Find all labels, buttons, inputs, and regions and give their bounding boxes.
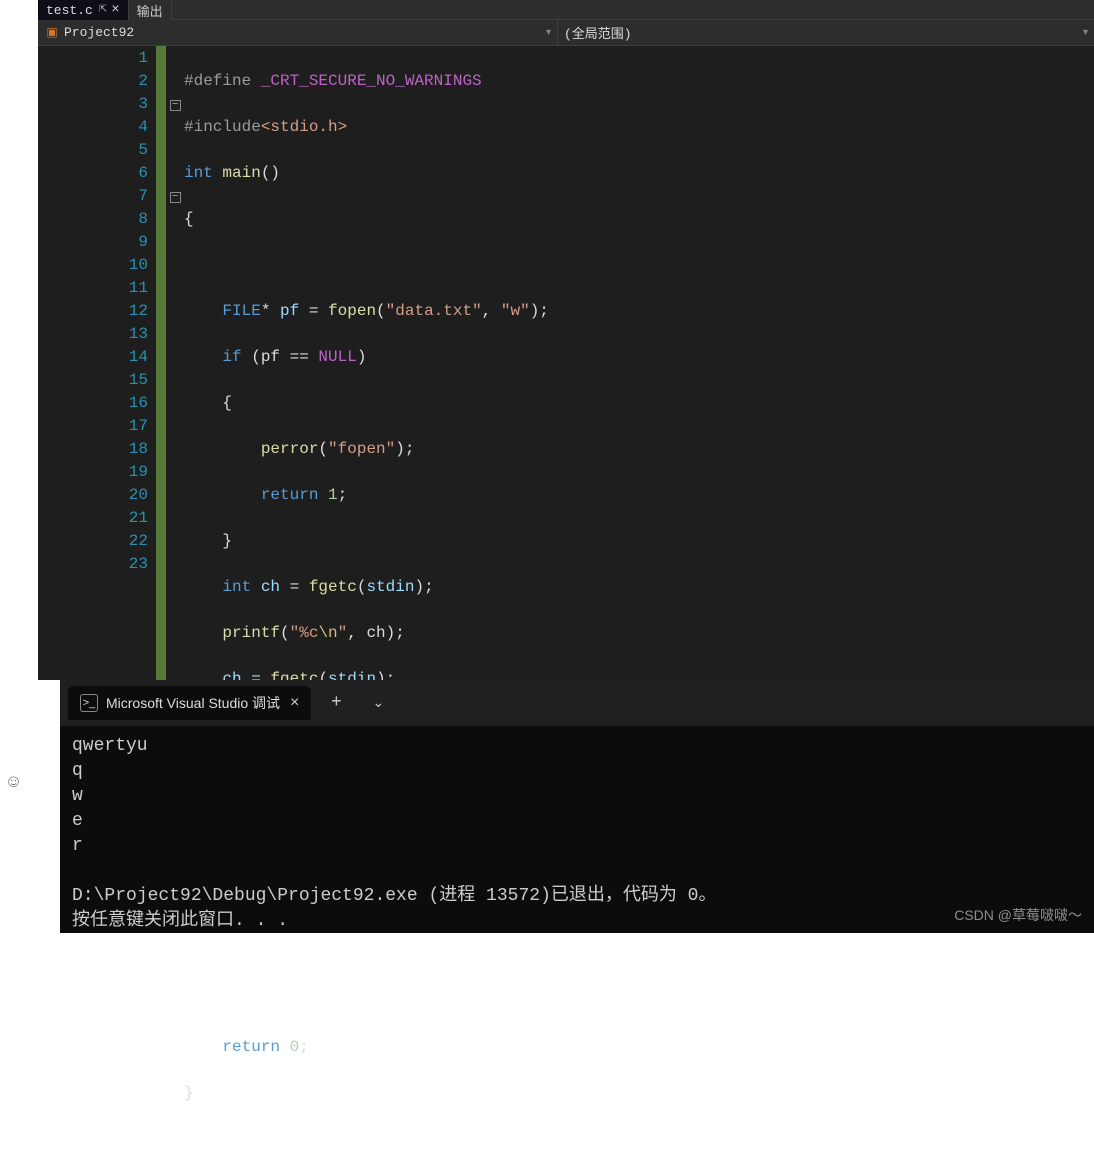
nav-dropdowns: ▣ Project92 ▾ (全局范围) ▾ (38, 20, 1094, 46)
terminal-output[interactable]: qwertyu q w e r D:\Project92\Debug\Proje… (60, 726, 1094, 942)
left-gap (0, 0, 38, 577)
close-icon[interactable]: × (290, 694, 299, 712)
terminal-panel: >_ Microsoft Visual Studio 调试 × + ⌄ qwer… (60, 680, 1094, 933)
terminal-icon: >_ (80, 694, 98, 712)
scope-label: (全局范围) (564, 23, 632, 42)
tab-output[interactable]: 输出 (129, 0, 172, 20)
new-tab-button[interactable]: + (319, 688, 353, 718)
tab-test-c[interactable]: test.c ⇱ × (38, 0, 129, 20)
dropdown-button[interactable]: ⌄ (361, 688, 395, 718)
tab-bar: test.c ⇱ × 输出 (38, 0, 1094, 20)
scope-dropdown[interactable]: (全局范围) ▾ (558, 20, 1094, 45)
chevron-down-icon: ▾ (1083, 27, 1088, 39)
project-dropdown[interactable]: ▣ Project92 ▾ (38, 20, 558, 45)
tab-label: test.c (46, 3, 93, 18)
terminal-tab[interactable]: >_ Microsoft Visual Studio 调试 × (68, 686, 311, 720)
code-area[interactable]: #define _CRT_SECURE_NO_WARNINGS #include… (184, 46, 1094, 680)
watermark: CSDN @草莓啵啵～ (954, 905, 1082, 925)
project-name: Project92 (64, 25, 134, 40)
fold-column: −− (166, 46, 184, 680)
emoji-icon: ☺ (8, 773, 19, 793)
change-margin (156, 46, 166, 680)
pin-icon[interactable]: ⇱ (99, 4, 107, 16)
close-icon[interactable]: × (111, 2, 119, 18)
chevron-down-icon: ▾ (546, 27, 551, 39)
project-icon: ▣ (44, 25, 60, 41)
terminal-tab-title: Microsoft Visual Studio 调试 (106, 693, 280, 713)
terminal-tab-bar: >_ Microsoft Visual Studio 调试 × + ⌄ (60, 680, 1094, 726)
tab-label: 输出 (137, 1, 163, 20)
editor-body: 1234567891011121314151617181920212223 −−… (38, 46, 1094, 680)
line-number-gutter: 1234567891011121314151617181920212223 (38, 46, 156, 680)
editor-panel: test.c ⇱ × 输出 ▣ Project92 ▾ (全局范围) ▾ 123… (38, 0, 1094, 680)
